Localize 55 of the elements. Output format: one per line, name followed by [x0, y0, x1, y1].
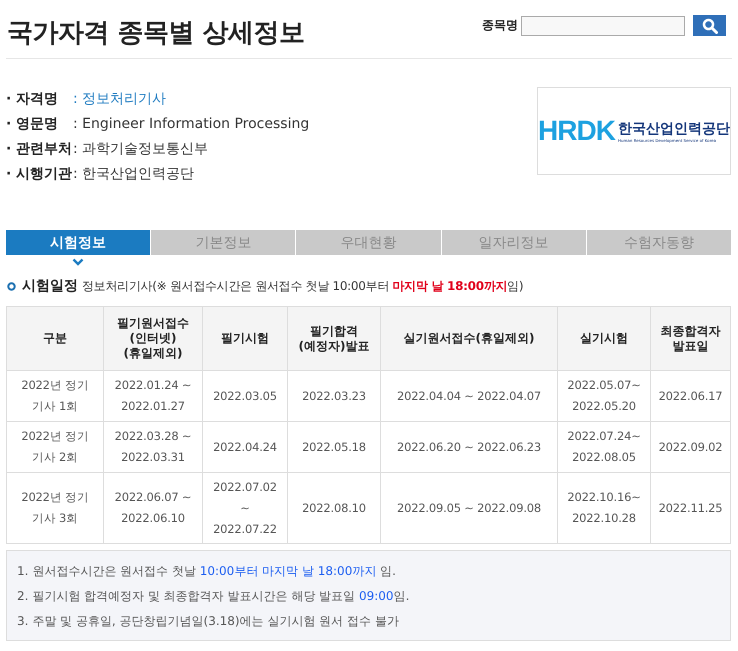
table-cell: 2022.05.18	[288, 422, 380, 472]
table-cell: 2022.09.02	[650, 422, 730, 472]
column-header: 구분	[6, 306, 104, 370]
table-cell: 2022.08.10	[288, 472, 380, 544]
table-cell: 2022.06.20 ~ 2022.06.23	[380, 422, 558, 472]
tab[interactable]: 기본정보	[151, 230, 296, 255]
field-label: · 영문명	[6, 114, 60, 132]
table-cell: 2022년 정기 기사 1회	[6, 370, 104, 422]
table-cell: 2022.03.28 ~ 2022.03.31	[104, 422, 202, 472]
logo-mark: HRDK	[538, 115, 615, 147]
table-cell: 2022년 정기 기사 3회	[6, 472, 104, 544]
table-cell: 2022.06.17	[650, 370, 730, 422]
table-cell: 2022.06.07 ~ 2022.06.10	[104, 472, 202, 544]
note-text: 3. 주말 및 공휴일, 공단창립기념일(3.18)에는 실기시험 원서 접수 불가	[17, 613, 400, 630]
table-cell: 2022.03.23	[288, 370, 380, 422]
tab[interactable]: 일자리정보	[442, 230, 586, 255]
logo-name: 한국산업인력공단	[618, 120, 730, 138]
table-cell: 2022.09.05 ~ 2022.09.08	[380, 472, 558, 544]
column-header: 필기합격(예정자)발표	[288, 306, 380, 370]
field-label: · 자격명	[6, 90, 60, 108]
search-label: 종목명	[482, 17, 518, 34]
table-cell: 2022.07.24~ 2022.08.05	[558, 422, 650, 472]
search-icon	[702, 18, 718, 34]
note-text: 2. 필기시험 합격예정자 및 최종합격자 발표시간은 해당 발표일 09:00임.	[17, 588, 410, 605]
section-note: 정보처리기사(※ 원서접수시간은 원서접수 첫날 10:00부터 마지막 날 18:00까지임)	[82, 278, 524, 294]
table-cell: 2022.01.24 ~ 2022.01.27	[104, 370, 202, 422]
column-header: 실기원서접수(휴일제외)	[380, 306, 558, 370]
table-cell: 2022.10.16~ 2022.10.28	[558, 472, 650, 544]
column-header: 필기시험	[202, 306, 288, 370]
column-header: 필기원서접수(인터넷)(휴일제외)	[104, 306, 202, 370]
field-value: : 과학기술정보통신부	[73, 140, 208, 158]
chevron-down-icon	[72, 258, 84, 266]
field-value: : 한국산업인력공단	[73, 164, 194, 182]
tab[interactable]: 수험자동향	[586, 230, 732, 255]
column-header: 실기시험	[558, 306, 650, 370]
table-cell: 2022.11.25	[650, 472, 730, 544]
table-cell: 2022년 정기 기사 2회	[6, 422, 104, 472]
page-title: 국가자격 종목별 상세정보	[7, 16, 305, 50]
table-cell: 2022.07.02 ~ 2022.07.22	[202, 472, 288, 544]
field-value: : Engineer Information Processing	[73, 116, 310, 132]
table-cell: 2022.04.24	[202, 422, 288, 472]
table-cell: 2022.04.04 ~ 2022.04.07	[380, 370, 558, 422]
field-link[interactable]: : 정보처리기사	[73, 90, 166, 108]
search-button[interactable]	[693, 15, 726, 36]
note-text: 1. 원서접수시간은 원서접수 첫날 10:00부터 마지막 날 18:00까지 임.	[17, 563, 397, 580]
column-header: 최종합격자 발표일	[650, 306, 730, 370]
bullet-icon	[7, 282, 16, 290]
table-cell: 2022.05.07~ 2022.05.20	[558, 370, 650, 422]
tab[interactable]: 우대현황	[296, 230, 441, 255]
field-label: · 시행기관	[6, 164, 73, 182]
tab[interactable]: 시험정보	[6, 230, 150, 255]
table-cell: 2022.03.05	[202, 370, 288, 422]
field-label: · 관련부처	[6, 140, 73, 158]
section-title: 시험일정	[22, 277, 78, 295]
search-field[interactable]	[521, 16, 685, 36]
